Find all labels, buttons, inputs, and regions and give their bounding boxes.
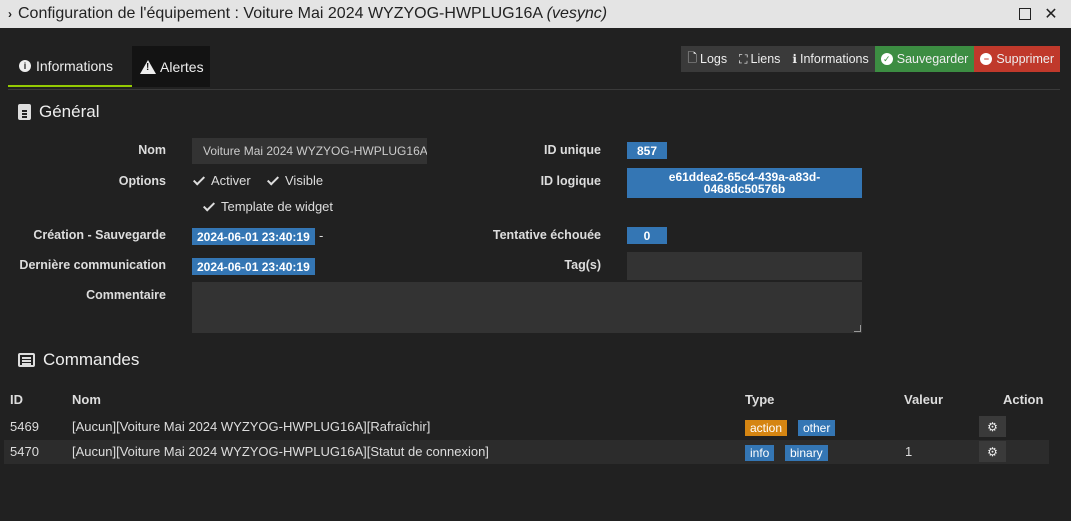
links-icon: ⛶ xyxy=(739,51,748,66)
nom-input[interactable]: Voiture Mai 2024 WYZYOG-HWPLUG16A xyxy=(192,138,427,164)
cogs-icon: ⚙ xyxy=(987,419,998,434)
template-widget-label: Template de widget xyxy=(221,199,334,214)
close-button[interactable]: ✕ xyxy=(1041,4,1061,24)
col-header-nom[interactable]: Nom xyxy=(72,392,101,407)
logs-button-label: Logs xyxy=(700,52,728,66)
commentaire-label: Commentaire xyxy=(86,288,166,302)
id-logique-label: ID logique xyxy=(540,174,601,188)
warning-triangle-icon: ! xyxy=(140,59,156,74)
id-unique-badge: 857 xyxy=(627,142,667,159)
creation-date-badge: 2024-06-01 23:40:19 xyxy=(192,228,315,245)
collapse-chevron-icon[interactable]: › xyxy=(2,7,18,21)
cmd-type-badge: info xyxy=(745,445,775,461)
visible-label: Visible xyxy=(285,173,324,188)
nom-label: Nom xyxy=(138,143,166,157)
table-row: 5469 [Aucun][Voiture Mai 2024 WYZYOG-HWP… xyxy=(4,415,1049,439)
file-icon: 🗋 xyxy=(687,50,697,65)
equipment-config-panel: i Informations ! Alertes 🗋 Logs ⛶ Liens … xyxy=(0,28,1071,521)
clipboard-icon xyxy=(18,104,31,120)
delete-button-label: Supprimer xyxy=(996,52,1054,66)
id-logique-badge: e61ddea2-65c4-439a-a83d-0468dc50576b xyxy=(627,168,862,198)
informations-button-label: Informations xyxy=(799,52,869,66)
derniere-communication-badge: 2024-06-01 23:40:19 xyxy=(192,258,315,275)
resize-grip-icon[interactable] xyxy=(854,325,861,332)
minus-circle-icon: − xyxy=(980,53,993,65)
list-icon xyxy=(18,353,35,367)
check-icon xyxy=(192,174,206,188)
cmd-valeur: 1 xyxy=(905,444,913,459)
general-section-title: Général xyxy=(18,102,99,122)
commandes-section-title: Commandes xyxy=(18,350,139,370)
cmd-id: 5469 xyxy=(10,419,39,434)
window-title-plugin: (vesync) xyxy=(546,5,608,22)
window-title: Configuration de l'équipement : Voiture … xyxy=(18,5,607,23)
table-row: 5470 [Aucun][Voiture Mai 2024 WYZYOG-HWP… xyxy=(4,440,1049,464)
template-widget-checkbox[interactable]: Template de widget xyxy=(202,199,333,214)
creation-label: Création - Sauvegarde xyxy=(33,228,166,242)
window-title-main: Configuration de l'équipement : Voiture … xyxy=(18,5,547,22)
id-unique-label: ID unique xyxy=(544,143,601,157)
cmd-subtype-badge: binary xyxy=(785,445,828,461)
commentaire-textarea[interactable] xyxy=(192,282,862,333)
derniere-communication-label: Dernière communication xyxy=(19,258,166,272)
liens-button-label: Liens xyxy=(750,52,781,66)
general-title-text: Général xyxy=(39,102,100,121)
cogs-icon: ⚙ xyxy=(987,444,998,459)
commandes-title-text: Commandes xyxy=(43,350,140,369)
cmd-nom: [Aucun][Voiture Mai 2024 WYZYOG-HWPLUG16… xyxy=(72,419,431,434)
maximize-icon xyxy=(1019,8,1031,20)
col-header-id[interactable]: ID xyxy=(10,392,23,407)
maximize-button[interactable] xyxy=(1015,4,1035,24)
tab-alertes-label: Alertes xyxy=(160,58,204,75)
visible-checkbox[interactable]: Visible xyxy=(266,173,323,188)
cmd-id: 5470 xyxy=(10,444,39,459)
cmd-config-button[interactable]: ⚙ xyxy=(979,416,1006,437)
save-button-label: Sauvegarder xyxy=(896,52,969,66)
liens-button[interactable]: ⛶ Liens xyxy=(733,46,787,72)
tab-informations[interactable]: i Informations xyxy=(8,46,132,87)
col-header-action[interactable]: Action xyxy=(1003,392,1043,407)
options-label: Options xyxy=(118,174,166,188)
check-icon xyxy=(266,174,280,188)
cmd-subtype-badge: other xyxy=(798,420,836,436)
check-icon xyxy=(202,200,216,214)
check-circle-icon: ✓ xyxy=(880,53,893,65)
col-header-valeur[interactable]: Valeur xyxy=(904,392,943,407)
activer-label: Activer xyxy=(211,173,251,188)
creation-separator: - xyxy=(319,228,324,243)
tags-input[interactable] xyxy=(627,252,862,280)
tentative-echouee-label: Tentative échouée xyxy=(492,228,601,242)
logs-button[interactable]: 🗋 Logs xyxy=(681,46,734,72)
cmd-nom: [Aucun][Voiture Mai 2024 WYZYOG-HWPLUG16… xyxy=(72,444,489,459)
informations-button[interactable]: ℹ Informations xyxy=(786,46,875,72)
tentative-echouee-badge: 0 xyxy=(627,227,667,244)
action-toolbar: 🗋 Logs ⛶ Liens ℹ Informations ✓ Sauvegar… xyxy=(681,46,1060,72)
cmd-type-badge: action xyxy=(745,420,788,436)
tabs-divider xyxy=(8,89,1060,90)
cmd-config-button[interactable]: ⚙ xyxy=(979,441,1006,462)
tab-alertes[interactable]: ! Alertes xyxy=(132,46,210,87)
save-button[interactable]: ✓ Sauvegarder xyxy=(874,46,975,72)
info-icon: ℹ xyxy=(792,52,797,66)
col-header-type[interactable]: Type xyxy=(745,392,774,407)
info-circle-icon: i xyxy=(19,59,31,72)
delete-button[interactable]: − Supprimer xyxy=(974,46,1060,72)
tab-informations-label: Informations xyxy=(36,57,114,74)
window-titlebar: › Configuration de l'équipement : Voitur… xyxy=(0,0,1071,28)
tags-label: Tag(s) xyxy=(564,258,601,272)
activer-checkbox[interactable]: Activer xyxy=(192,173,251,188)
